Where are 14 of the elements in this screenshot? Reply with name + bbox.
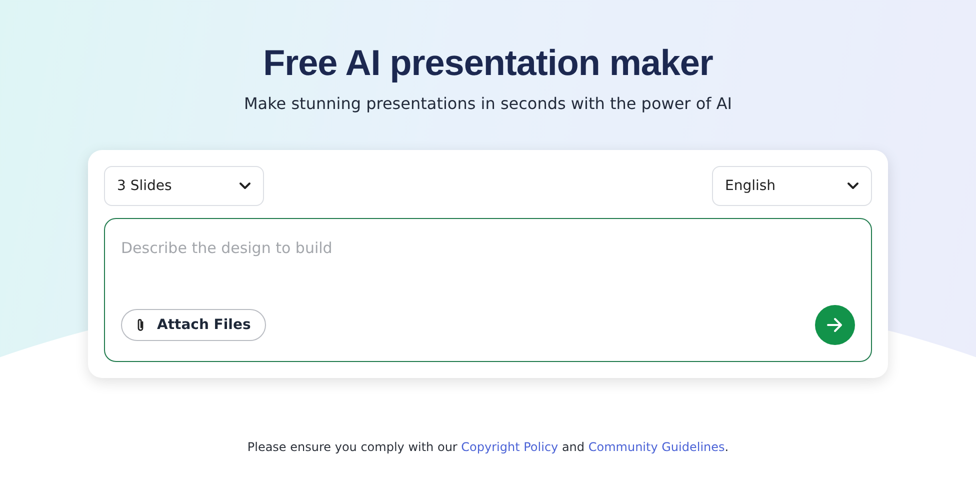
dropdown[interactable]: English: [712, 166, 872, 206]
send-button[interactable]: [815, 305, 855, 345]
arrow-right-icon: [826, 317, 844, 333]
paperclip-icon: [136, 318, 145, 332]
prompt-field[interactable]: Describe the design to build Attach Files: [104, 218, 872, 362]
policy-link[interactable]: Community Guidelines: [588, 440, 725, 454]
policy-notice: Please ensure you comply with our Copyright Policy and Community Guidelines.: [247, 440, 729, 454]
chevron-down-icon: [847, 182, 859, 190]
dropdown[interactable]: 3 Slides: [104, 166, 264, 206]
attach-files-button[interactable]: Attach Files: [121, 309, 266, 341]
page-title: Free AI presentation maker: [263, 42, 713, 84]
page-subtitle: Make stunning presentations in seconds with the power of AI: [244, 94, 732, 113]
chevron-down-icon: [239, 182, 251, 190]
policy-link[interactable]: Copyright Policy: [461, 440, 558, 454]
